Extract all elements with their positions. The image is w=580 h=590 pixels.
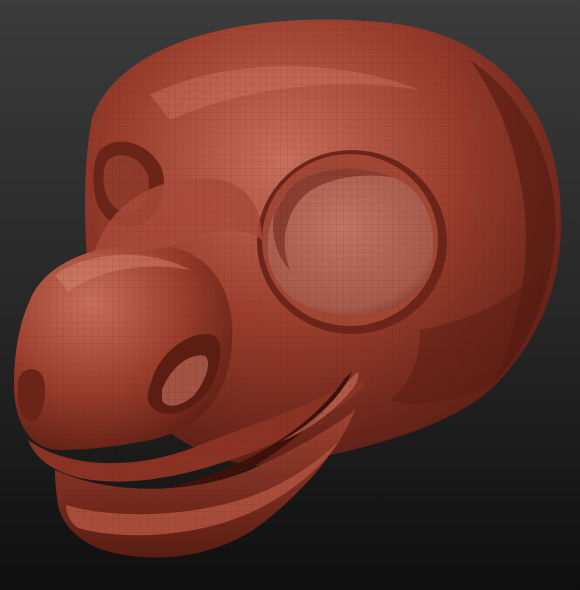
viewport-canvas[interactable] [0,0,580,590]
sculpt-viewport[interactable] [0,0,580,590]
